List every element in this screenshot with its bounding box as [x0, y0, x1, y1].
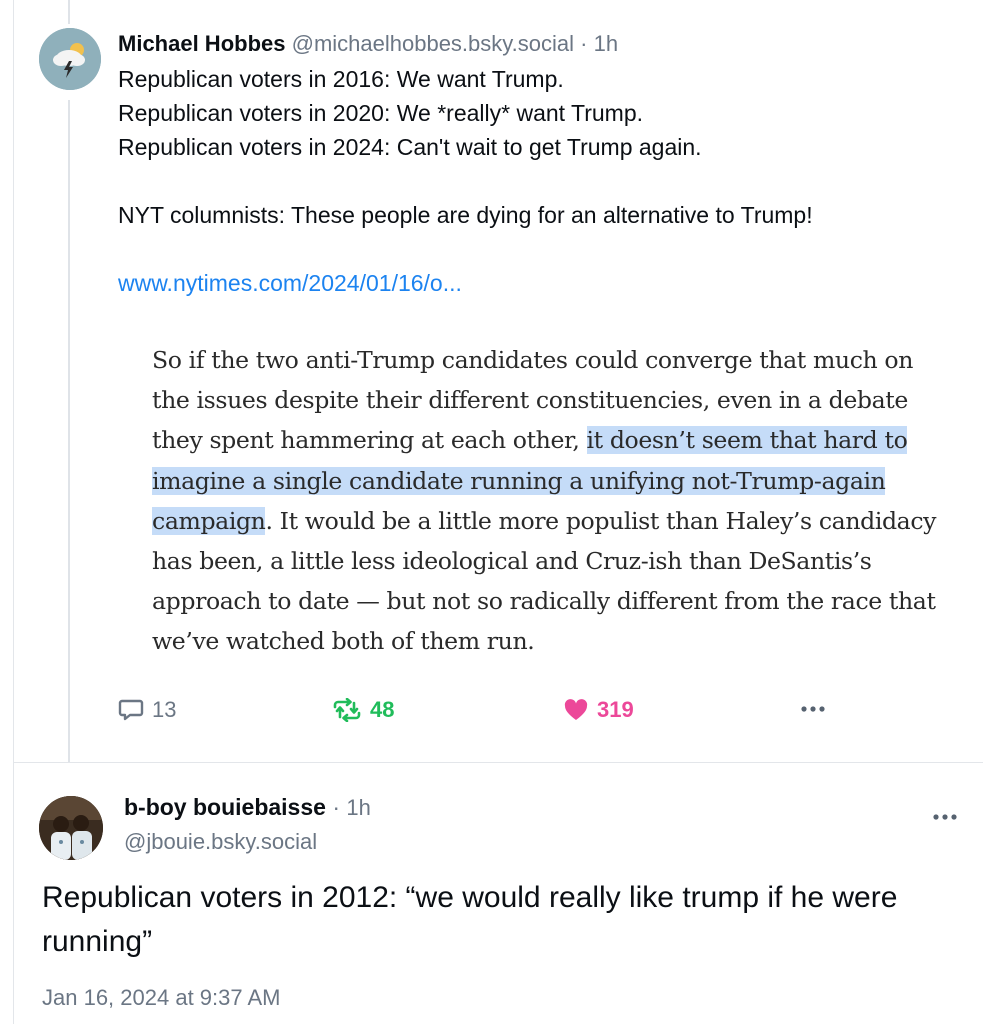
- repost-icon: [333, 698, 361, 722]
- avatar[interactable]: [39, 796, 103, 860]
- quoted-article-screenshot[interactable]: So if the two anti-Trump candidates coul…: [152, 340, 967, 662]
- post-line: Republican voters in 2024: Can't wait to…: [118, 134, 702, 160]
- repost-button[interactable]: 48: [332, 697, 394, 723]
- quote-line: imagine a single candidate running a uni…: [152, 461, 967, 501]
- quote-line: So if the two anti-Trump candidates coul…: [152, 346, 914, 374]
- avatar-photo: [39, 796, 103, 860]
- author-handle[interactable]: @michaelhobbes.bsky.social: [292, 31, 574, 56]
- quote-text: . It would be a little more populist tha…: [265, 506, 937, 535]
- more-icon: [801, 706, 825, 712]
- more-icon: [933, 814, 957, 820]
- post-text: Republican voters in 2012: “we would rea…: [42, 881, 898, 958]
- reply-bubble-icon: [118, 699, 144, 721]
- storm-cloud-icon: [39, 28, 101, 90]
- author-name[interactable]: Michael Hobbes: [118, 31, 285, 56]
- post-line: Republican voters in 2016: We want Trump…: [118, 66, 564, 92]
- avatar[interactable]: [39, 28, 101, 90]
- quote-line: campaign. It would be a little more popu…: [152, 501, 967, 541]
- parent-post[interactable]: Michael Hobbes @michaelhobbes.bsky.socia…: [0, 0, 983, 763]
- like-button[interactable]: 319: [563, 697, 634, 723]
- author-handle[interactable]: @jbouie.bsky.social: [124, 828, 317, 856]
- post-header: Michael Hobbes @michaelhobbes.bsky.socia…: [118, 30, 618, 58]
- quote-line: we’ve watched both of them run.: [152, 627, 535, 656]
- quote-line: has been, a little less ideological and …: [152, 547, 872, 576]
- post-timestamp: Jan 16, 2024 at 9:37 AM: [42, 985, 281, 1010]
- highlighted-text: campaign: [152, 506, 266, 535]
- post-text: Republican voters in 2016: We want Trump…: [118, 62, 968, 300]
- author-name[interactable]: b-boy bouiebaisse: [124, 794, 326, 820]
- post-header: b-boy bouiebaisse · 1h: [124, 792, 371, 823]
- heart-icon: [564, 699, 588, 720]
- article-link[interactable]: www.nytimes.com/2024/01/16/o...: [118, 270, 462, 296]
- post-divider: [13, 762, 983, 763]
- post-line: NYT columnists: These people are dying f…: [118, 202, 813, 228]
- post-actions: 13 48 319: [0, 697, 983, 729]
- post-time[interactable]: 1h: [346, 795, 370, 820]
- quote-line: the issues despite their different const…: [152, 386, 908, 415]
- more-options-button[interactable]: [930, 805, 960, 834]
- quote-text: they spent hammering at each other,: [152, 426, 587, 455]
- more-options-button[interactable]: [798, 697, 828, 721]
- thread-view: Michael Hobbes @michaelhobbes.bsky.socia…: [0, 0, 983, 1024]
- reply-count: 13: [152, 697, 177, 722]
- post-time[interactable]: 1h: [594, 31, 618, 56]
- highlighted-text: imagine a single candidate running a uni…: [152, 466, 886, 495]
- highlighted-text: it doesn’t seem that hard to: [586, 426, 908, 455]
- reply-button[interactable]: 13: [118, 697, 176, 723]
- separator-dot: ·: [332, 794, 340, 820]
- like-count: 319: [597, 697, 634, 722]
- post-line: Republican voters in 2020: We *really* w…: [118, 100, 644, 126]
- separator-dot: ·: [580, 31, 588, 56]
- quote-line: they spent hammering at each other, it d…: [152, 420, 967, 460]
- quote-line: approach to date — but not so radically …: [152, 587, 936, 616]
- repost-count: 48: [370, 697, 395, 722]
